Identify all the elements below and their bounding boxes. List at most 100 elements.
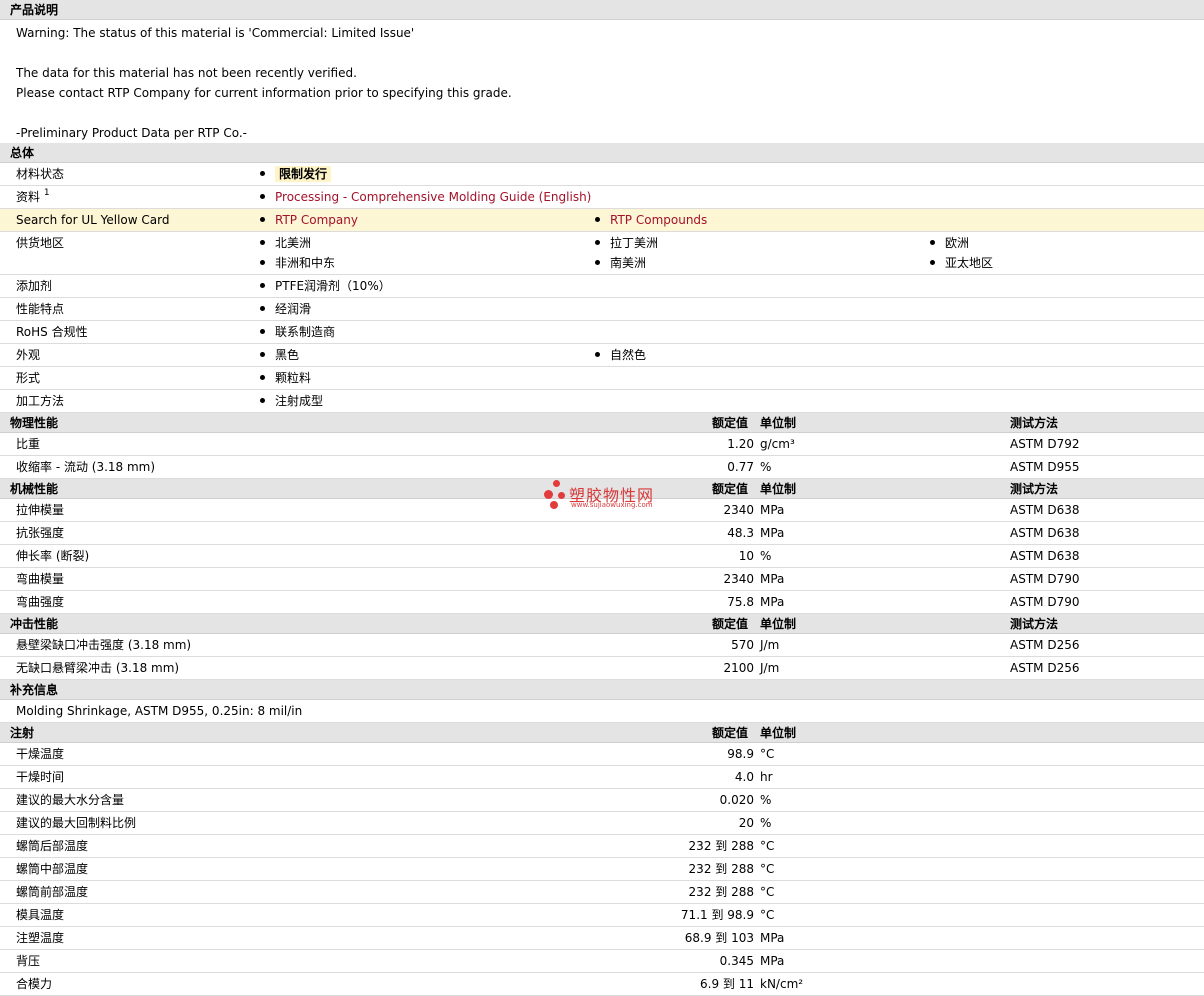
row-label: 材料状态 [16,167,65,181]
property-value: 2340 [723,572,754,586]
property-unit: °C [760,885,775,899]
logo-dot-icon [558,492,565,499]
column-header-unit: 单位制 [760,482,797,496]
bullet-icon [260,283,265,288]
property-name: 干燥温度 [16,747,65,761]
status-badge: 限制发行 [275,166,332,182]
row-label: 供货地区 [16,236,65,250]
property-name: 弯曲模量 [16,572,65,586]
row-label: 资料 1 [16,188,50,204]
section-title: 注射 [10,726,35,740]
description-line [16,43,1188,63]
table-row: 注塑温度 68.9 到 103 MPa [0,927,1204,950]
row-label: 添加剂 [16,279,53,293]
property-value: 0.77 [727,460,754,474]
property-unit: % [760,460,772,474]
table-row: 弯曲强度 75.8 MPa ASTM D790 [0,591,1204,614]
section-title: 总体 [10,146,35,160]
property-value: 570 [731,638,754,652]
property-unit: % [760,793,772,807]
region-item: 非洲和中东 [260,252,335,275]
column-header-unit: 单位制 [760,416,797,430]
property-name: 注塑温度 [16,931,65,945]
property-value: 48.3 [727,526,754,540]
property-name: 无缺口悬臂梁冲击 (3.18 mm) [16,661,180,675]
row-label: RoHS 合规性 [16,325,88,339]
test-method: ASTM D638 [1010,503,1080,517]
property-name: 收缩率 - 流动 (3.18 mm) [16,460,156,474]
property-value: 6.9 到 11 [700,977,754,991]
section-title: 冲击性能 [10,617,59,631]
bullet-icon [595,217,600,222]
rohs-item: 联系制造商 [260,321,335,344]
bullet-icon [260,329,265,334]
test-method: ASTM D955 [1010,460,1080,474]
processing-guide-link[interactable]: Processing - Comprehensive Molding Guide… [275,190,591,204]
row-label: 外观 [16,348,41,362]
ul-item: RTP Company [260,209,358,232]
property-value: 75.8 [727,595,754,609]
section-title: 产品说明 [10,3,59,17]
watermark-logo: 塑胶物性网 www.sujiaowuxing.com [540,478,680,512]
column-header-method: 测试方法 [1010,416,1059,430]
table-row: 背压 0.345 MPa [0,950,1204,973]
row-additive: 添加剂 PTFE润滑剂（10%） [0,275,1204,298]
property-name: 干燥时间 [16,770,65,784]
test-method: ASTM D638 [1010,526,1080,540]
section-general-header: 总体 [0,143,1204,163]
table-row: 合模力 6.9 到 11 kN/cm² [0,973,1204,996]
property-value: 232 到 288 [688,862,754,876]
rtp-compounds-link[interactable]: RTP Compounds [610,213,707,227]
process-item: 注射成型 [260,390,323,413]
section-title: 补充信息 [10,683,59,697]
table-row: 建议的最大回制料比例 20 % [0,812,1204,835]
property-name: 背压 [16,954,41,968]
column-header-method: 测试方法 [1010,617,1059,631]
bullet-icon [595,260,600,265]
region-item: 亚太地区 [930,252,993,275]
status-item: 限制发行 [260,163,332,186]
column-header-value: 额定值 [712,617,749,631]
row-processing-method: 加工方法 注射成型 [0,390,1204,413]
table-row: 无缺口悬臂梁冲击 (3.18 mm) 2100 J/m ASTM D256 [0,657,1204,680]
column-header-method: 测试方法 [1010,482,1059,496]
table-row: 螺筒后部温度 232 到 288 °C [0,835,1204,858]
property-value: 71.1 到 98.9 [680,908,754,922]
property-value: 2100 [723,661,754,675]
region-item: 南美洲 [595,252,646,275]
description-line: -Preliminary Product Data per RTP Co.- [16,126,247,140]
property-unit: J/m [760,638,780,652]
property-unit: MPa [760,954,785,968]
property-name: 伸长率 (断裂) [16,549,90,563]
property-name: 螺筒后部温度 [16,839,89,853]
bullet-icon [260,375,265,380]
appearance-item: 自然色 [595,344,646,367]
appearance-item: 黑色 [260,344,299,367]
rtp-company-link[interactable]: RTP Company [275,213,358,227]
table-row: 螺筒前部温度 232 到 288 °C [0,881,1204,904]
row-material-status: 材料状态 限制发行 [0,163,1204,186]
property-unit: % [760,549,772,563]
description-line: The data for this material has not been … [16,66,357,80]
test-method: ASTM D790 [1010,572,1080,586]
bullet-icon [260,240,265,245]
table-row: 干燥温度 98.9 °C [0,743,1204,766]
property-unit: MPa [760,595,785,609]
property-value: 10 [738,549,754,563]
property-value: 0.020 [719,793,754,807]
row-label: 加工方法 [16,394,65,408]
bullet-icon [260,398,265,403]
property-unit: kN/cm² [760,977,804,991]
property-unit: °C [760,747,775,761]
property-unit: MPa [760,503,785,517]
additive-item: PTFE润滑剂（10%） [260,275,391,298]
table-row: 比重 1.20 g/cm³ ASTM D792 [0,433,1204,456]
row-label: Search for UL Yellow Card [16,213,170,227]
property-value: 2340 [723,503,754,517]
property-name: 合模力 [16,977,53,991]
footnote-marker: 1 [43,188,50,198]
table-row: 抗张强度 48.3 MPa ASTM D638 [0,522,1204,545]
property-unit: MPa [760,572,785,586]
table-row: 螺筒中部温度 232 到 288 °C [0,858,1204,881]
supplement-row: Molding Shrinkage, ASTM D955, 0.25in: 8 … [0,700,1204,723]
